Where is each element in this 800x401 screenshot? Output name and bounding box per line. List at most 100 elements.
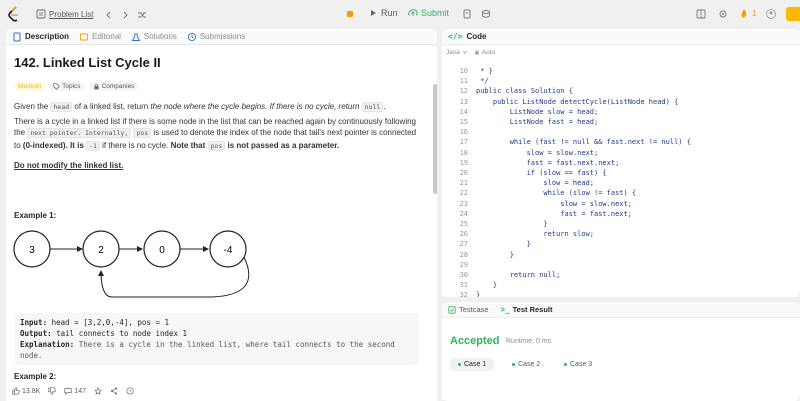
chevron-left-icon[interactable]	[104, 10, 114, 20]
desc3-text-c: (0-indexed). It is	[22, 140, 84, 150]
debug-icon[interactable]	[345, 9, 355, 19]
line-number: 27	[459, 240, 468, 249]
line-number: 16	[459, 128, 468, 137]
like-button[interactable]: 13.8K	[12, 387, 40, 395]
code-panel-header: </> Code	[442, 29, 800, 45]
code-line: }	[476, 250, 514, 259]
desc1-emphasis: the node where the cycle begins. If ther…	[150, 102, 360, 111]
flask-icon	[131, 32, 141, 41]
code-line: slow = head;	[476, 179, 595, 188]
companies-button[interactable]: Companies	[88, 82, 139, 91]
description-paragraph-2: There is a cycle in a linked list if the…	[14, 116, 424, 153]
line-number: 32	[459, 291, 468, 297]
star-icon[interactable]	[94, 387, 102, 395]
submit-button[interactable]: Submit	[408, 8, 449, 18]
case-1-label: Case 1	[464, 361, 487, 368]
run-button[interactable]: Run	[368, 8, 398, 18]
leetcode-logo-icon[interactable]	[8, 6, 20, 22]
topics-button[interactable]: Topics	[49, 82, 85, 91]
code-editor[interactable]: 10 * } 11 */ 12 public class Solution {13 p…	[442, 59, 792, 297]
layout-icon[interactable]	[696, 9, 706, 19]
tab-testcase-label: Testcase	[459, 305, 489, 314]
desc3-text-f: is not passed as a parameter.	[227, 140, 340, 150]
linked-list-diagram: 3 2 0 -4	[13, 230, 250, 298]
code-line: }	[476, 240, 531, 249]
share-icon[interactable]	[110, 387, 118, 395]
run-label: Run	[381, 8, 398, 18]
svg-text:0: 0	[159, 245, 165, 256]
line-number: 31	[459, 281, 468, 290]
description-scrollbar[interactable]	[433, 84, 437, 194]
result-status: Accepted	[450, 335, 500, 347]
history-icon	[187, 32, 196, 41]
line-number: 24	[459, 209, 468, 218]
line-number: 26	[459, 230, 468, 239]
line-number: 14	[459, 107, 468, 116]
auto-mode-toggle[interactable]: Auto	[474, 49, 495, 56]
code-line: slow = slow.next;	[476, 199, 632, 208]
code-line: fast = fast.next;	[476, 209, 632, 218]
companies-label: Companies	[101, 83, 135, 90]
comments-button[interactable]: 147	[64, 387, 86, 395]
code-null: null	[361, 102, 384, 112]
tab-description[interactable]: Description	[12, 32, 69, 42]
code-line: ListNode slow = head;	[476, 107, 599, 116]
problem-list-button[interactable]: Problem List	[36, 9, 93, 19]
chevron-right-icon[interactable]	[120, 10, 130, 20]
node-0: 0	[143, 230, 181, 268]
code-pos-2: pos	[207, 140, 226, 151]
example-1-output-block: Input: head = [3,2,0,-4], pos = 1 Output…	[14, 313, 419, 365]
desc3-note: Note that	[170, 140, 206, 150]
shuffle-icon[interactable]	[137, 10, 147, 20]
streak-counter[interactable]: 1	[739, 8, 756, 18]
submit-label: Submit	[421, 8, 450, 18]
example-output-line: Output: tail connects to node index 1	[20, 328, 413, 339]
database-icon[interactable]	[481, 9, 491, 19]
tab-solutions[interactable]: Solutions	[131, 32, 177, 42]
help-icon[interactable]: ?	[126, 387, 134, 395]
description-tabs: Description Editorial Solutions Submissi…	[6, 29, 437, 45]
line-number: 11	[459, 77, 468, 86]
code-line: fast = fast.next.next;	[476, 158, 620, 167]
checkbox-icon	[448, 305, 456, 314]
input-label: Input:	[20, 318, 48, 327]
avatar[interactable]	[766, 9, 776, 19]
thumbs-down-icon[interactable]	[48, 387, 56, 395]
tab-submissions[interactable]: Submissions	[187, 32, 245, 42]
code-line: }	[476, 291, 481, 297]
premium-badge[interactable]	[786, 7, 800, 21]
line-number: 12	[459, 87, 468, 96]
notes-icon[interactable]	[462, 9, 472, 19]
case-2-tab[interactable]: Case 2	[504, 358, 548, 371]
editor-toolbar: Java Auto	[442, 45, 800, 59]
tab-test-result[interactable]: >_ Test Result	[501, 305, 553, 314]
case-1-tab[interactable]: Case 1	[450, 358, 495, 371]
code-line: slow = slow.next;	[476, 148, 599, 157]
line-number: 17	[459, 138, 468, 147]
line-number: 22	[459, 189, 468, 198]
description-paragraph-1: Given the head of a linked list, return …	[14, 102, 386, 112]
description-footer: 13.8K 147 ?	[6, 381, 437, 401]
line-number: 13	[459, 97, 468, 106]
code-line: while (fast != null && fast.next != null…	[476, 138, 691, 147]
example-explanation-line: Explanation: There is a cycle in the lin…	[20, 339, 413, 361]
case-3-tab[interactable]: Case 3	[556, 358, 600, 371]
settings-icon[interactable]	[718, 9, 728, 19]
lock-icon	[474, 49, 479, 55]
tab-testcase[interactable]: Testcase	[448, 305, 489, 314]
comment-icon	[64, 388, 72, 395]
tag-icon	[53, 83, 60, 90]
language-select[interactable]: Java	[446, 49, 468, 56]
tab-editorial-label: Editorial	[92, 32, 121, 41]
code-line: public class Solution {	[476, 87, 573, 96]
node-3: 3	[13, 230, 51, 268]
line-number: 21	[459, 179, 468, 188]
problem-list-label: Problem List	[49, 9, 94, 19]
play-icon	[371, 10, 376, 16]
line-number: 29	[459, 260, 468, 269]
problem-title: 142. Linked List Cycle II	[14, 55, 161, 70]
tab-test-result-label: Test Result	[512, 305, 553, 314]
explanation-label: Explanation:	[20, 340, 75, 349]
tab-editorial[interactable]: Editorial	[79, 32, 121, 42]
difficulty-badge: Medium	[14, 82, 46, 91]
